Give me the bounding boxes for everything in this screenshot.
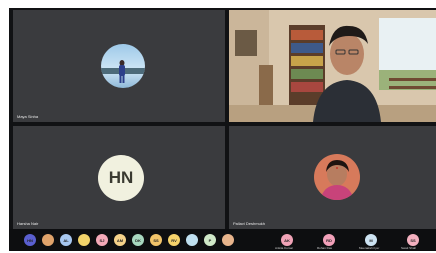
participant-chip[interactable] [78, 234, 90, 246]
participant-chip[interactable]: AK [281, 234, 293, 246]
participant-chip-name: Swati Shah [401, 246, 417, 250]
participant-chip[interactable]: M [365, 234, 377, 246]
participant-chip[interactable] [222, 234, 234, 246]
meeting-stage: Maya Sinha HN Harsha Nair Pallavi Deshmu… [9, 8, 436, 251]
participant-avatar [101, 44, 145, 88]
participant-tile-1[interactable]: Maya Sinha [13, 10, 225, 122]
participant-tile-4[interactable]: Pallavi Deshmukh [229, 126, 436, 229]
participant-chip[interactable]: RD [323, 234, 335, 246]
participant-chip[interactable]: P [204, 234, 216, 246]
participant-chip[interactable]: SS [150, 234, 162, 246]
participant-chip[interactable]: SS [407, 234, 419, 246]
participant-chip-name: Meenakshi Iyer [359, 246, 380, 250]
video-feed [229, 10, 436, 122]
participant-name: Maya Sinha [17, 114, 39, 119]
participant-avatar [314, 154, 360, 200]
participant-chip[interactable]: RV [168, 234, 180, 246]
participant-chip[interactable]: SJ [96, 234, 108, 246]
participant-tile-3[interactable]: HN Harsha Nair [13, 126, 225, 229]
initials-avatar: HN [98, 155, 144, 201]
participant-chip[interactable] [42, 234, 54, 246]
participant-chip[interactable] [186, 234, 198, 246]
participant-chip[interactable]: DK [132, 234, 144, 246]
participant-name: Pallavi Deshmukh [233, 221, 266, 226]
participant-chip-name: Ankita Kumar [275, 246, 294, 250]
participant-chip[interactable]: HN [24, 234, 36, 246]
participant-chip-name: Rohan Das [317, 246, 333, 250]
participant-name: Harsha Nair [17, 221, 39, 226]
participant-tile-video[interactable] [229, 10, 436, 122]
participant-chip[interactable]: AM [114, 234, 126, 246]
participant-chip[interactable]: AL [60, 234, 72, 246]
participant-strip: HN AL SJ AM DK SS RV P AK Ankita Kumar RD Rohan Da… [9, 229, 436, 251]
